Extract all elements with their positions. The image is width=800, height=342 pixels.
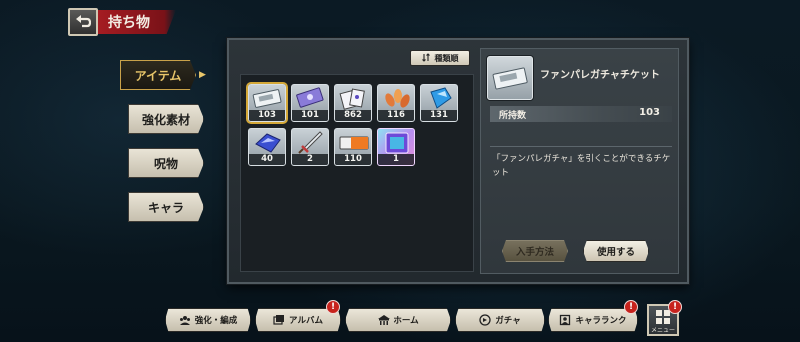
nav-label: ホーム: [393, 316, 419, 326]
item-slot-blue-crystal[interactable]: 131: [420, 84, 458, 122]
home-icon: [377, 314, 391, 326]
detail-item-image: [487, 56, 533, 100]
selection-corner: [282, 85, 285, 88]
sort-label: 種類順: [434, 53, 459, 63]
nav-label: キャラランク: [575, 316, 627, 326]
item-slot-purple-ticket[interactable]: 101: [291, 84, 329, 122]
sort-button[interactable]: 種類順: [410, 50, 470, 66]
sort-icon: [421, 52, 431, 64]
nav-team-edit[interactable]: 強化・編成: [165, 308, 251, 332]
menu-label: メニュー: [650, 327, 675, 334]
nav-label: ガチャ: [495, 316, 521, 326]
owned-count-label: 所持数: [499, 111, 527, 121]
menu-alert-badge: !: [668, 300, 682, 314]
item-slot-blue-gem[interactable]: 40: [248, 128, 286, 166]
character-rank-alert-badge: !: [624, 300, 638, 314]
back-arrow-icon: [75, 13, 92, 32]
use-button[interactable]: 使用する: [583, 240, 649, 262]
nav-label: アルバム: [289, 316, 323, 326]
detail-item-name: ファンパレガチャチケット: [540, 70, 660, 81]
nav-gacha[interactable]: ガチャ: [455, 308, 545, 332]
nav-label: 強化・編成: [194, 316, 238, 326]
item-slot-sword[interactable]: 2: [291, 128, 329, 166]
nav-home[interactable]: ホーム: [345, 308, 451, 332]
active-tab-indicator-icon: ▶: [199, 70, 206, 80]
team-icon: [179, 314, 191, 326]
nav-character-rank[interactable]: キャラランク: [548, 308, 638, 332]
album-icon: [273, 314, 285, 326]
page-title: 持ち物: [98, 10, 176, 34]
rank-icon: [559, 314, 571, 326]
album-alert-badge: !: [326, 300, 340, 314]
tab-character[interactable]: キャラ: [128, 192, 204, 222]
selection-corner: [249, 85, 252, 88]
item-slot-cards[interactable]: 862: [334, 84, 372, 122]
owned-count-value: 103: [639, 107, 660, 118]
tab-enhance-material[interactable]: 強化素材: [128, 104, 204, 134]
tab-item[interactable]: アイテム: [120, 60, 196, 90]
how-to-get-button[interactable]: 入手方法: [502, 240, 568, 262]
item-slot-rainbow-card[interactable]: 1: [377, 128, 415, 166]
gacha-icon: [479, 314, 491, 326]
divider: [490, 146, 672, 147]
tab-cursed-object[interactable]: 呪物: [128, 148, 204, 178]
item-description: 「ファンパレガチャ」を引くことができるチケット: [492, 154, 671, 178]
selection-corner: [249, 118, 252, 121]
item-slot-leaves[interactable]: 116: [377, 84, 415, 122]
back-button[interactable]: [68, 8, 98, 36]
item-slot-orange-ticket[interactable]: 110: [334, 128, 372, 166]
item-slot-ticket[interactable]: 103: [248, 84, 286, 122]
